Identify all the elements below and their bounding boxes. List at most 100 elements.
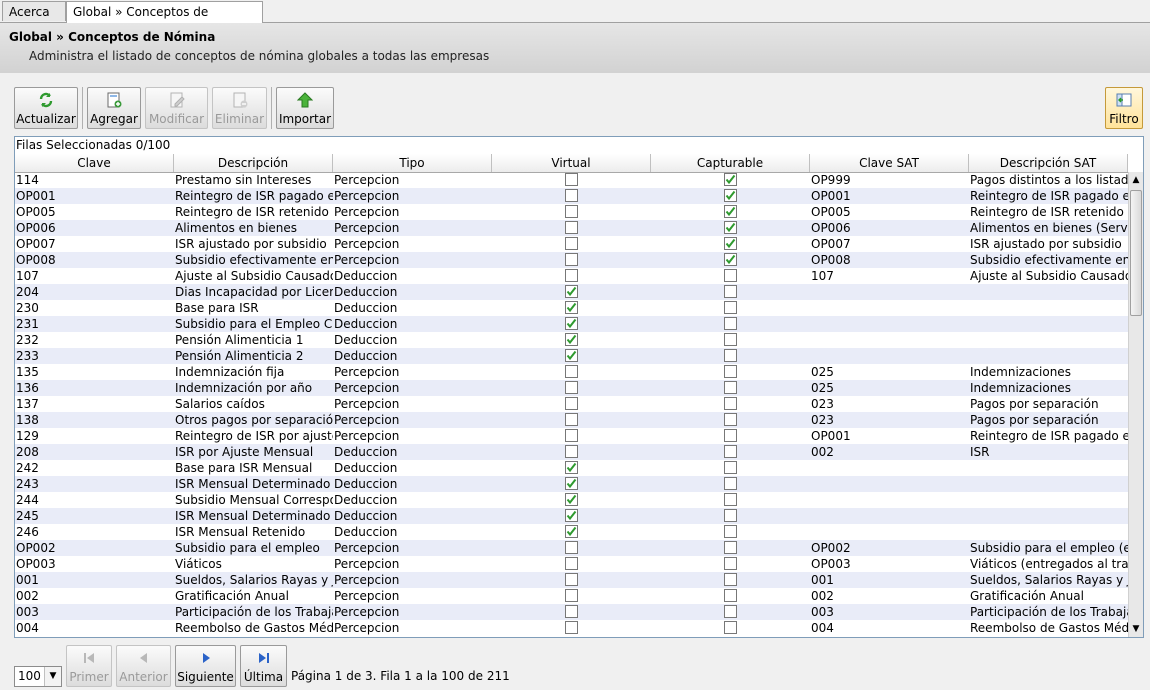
capturable-checkbox[interactable]: [724, 541, 737, 554]
capturable-checkbox[interactable]: [724, 525, 737, 538]
table-row[interactable]: 136 Indemnización por año Percepcion 025 Ind…: [15, 380, 1128, 396]
virtual-checkbox[interactable]: [565, 333, 578, 346]
table-row[interactable]: OP003 Viáticos Percepcion OP003 Viáticos (en…: [15, 556, 1128, 572]
virtual-checkbox[interactable]: [565, 381, 578, 394]
siguiente-button[interactable]: Siguiente: [175, 645, 236, 687]
capturable-checkbox[interactable]: [724, 333, 737, 346]
virtual-checkbox[interactable]: [565, 253, 578, 266]
importar-button[interactable]: Importar: [276, 87, 334, 129]
capturable-checkbox[interactable]: [724, 397, 737, 410]
capturable-checkbox[interactable]: [724, 445, 737, 458]
table-row[interactable]: 232 Pensión Alimenticia 1 Deduccion: [15, 332, 1128, 348]
table-row[interactable]: 243 ISR Mensual Determinado A...Deduccion: [15, 476, 1128, 492]
capturable-checkbox[interactable]: [724, 301, 737, 314]
virtual-checkbox[interactable]: [565, 237, 578, 250]
virtual-checkbox[interactable]: [565, 301, 578, 314]
ultima-button[interactable]: Última: [240, 645, 287, 687]
virtual-checkbox[interactable]: [565, 525, 578, 538]
virtual-checkbox[interactable]: [565, 493, 578, 506]
table-row[interactable]: 129 Reintegro de ISR por ajuste ...Percep…: [15, 428, 1128, 444]
table-row[interactable]: 138 Otros pagos por separación Percepcion 0…: [15, 412, 1128, 428]
table-row[interactable]: 114 Prestamo sin Intereses Percepcion OP999…: [15, 172, 1128, 188]
capturable-checkbox[interactable]: [724, 189, 737, 202]
virtual-checkbox[interactable]: [565, 285, 578, 298]
virtual-checkbox[interactable]: [565, 509, 578, 522]
scroll-down-icon[interactable]: ▼: [1129, 621, 1143, 637]
column-header-virtual[interactable]: Virtual: [492, 154, 651, 172]
tab-conceptos-nomina[interactable]: Global » Conceptos de Nómina✕: [66, 1, 263, 39]
virtual-checkbox[interactable]: [565, 189, 578, 202]
table-row[interactable]: OP001Reintegro de ISR pagado en...Percep…: [15, 188, 1128, 204]
capturable-checkbox[interactable]: [724, 237, 737, 250]
virtual-checkbox[interactable]: [565, 349, 578, 362]
capturable-checkbox[interactable]: [724, 621, 737, 634]
virtual-checkbox[interactable]: [565, 605, 578, 618]
primer-button[interactable]: Primer: [66, 645, 112, 687]
table-row[interactable]: 246 ISR Mensual Retenido Deduccion: [15, 524, 1128, 540]
virtual-checkbox[interactable]: [565, 221, 578, 234]
virtual-checkbox[interactable]: [565, 621, 578, 634]
capturable-checkbox[interactable]: [724, 589, 737, 602]
capturable-checkbox[interactable]: [724, 493, 737, 506]
modificar-button[interactable]: Modificar: [145, 87, 208, 129]
capturable-checkbox[interactable]: [724, 253, 737, 266]
capturable-checkbox[interactable]: [724, 509, 737, 522]
virtual-checkbox[interactable]: [565, 429, 578, 442]
table-row[interactable]: OP005Reintegro de ISR retenido e...Perce…: [15, 204, 1128, 220]
virtual-checkbox[interactable]: [565, 557, 578, 570]
chevron-down-icon[interactable]: ▼: [44, 667, 61, 686]
table-row[interactable]: 204 Dias Incapacidad por Licenc...Deducci…: [15, 284, 1128, 300]
table-row[interactable]: 003 Participación de los Trabaja... Percep…: [15, 604, 1128, 620]
capturable-checkbox[interactable]: [724, 365, 737, 378]
table-row[interactable]: 001Sueldos, Salarios Rayas y Jo...Percep…: [15, 572, 1128, 588]
virtual-checkbox[interactable]: [565, 397, 578, 410]
table-row[interactable]: OP006 Alimentos en bienes Percepcion OP006 A…: [15, 220, 1128, 236]
column-header-clave[interactable]: Clave: [15, 154, 174, 172]
column-header-clave-sat[interactable]: Clave SAT: [810, 154, 969, 172]
virtual-checkbox[interactable]: [565, 317, 578, 330]
table-row[interactable]: 245 ISR Mensual Determinado Deduccion: [15, 508, 1128, 524]
capturable-checkbox[interactable]: [724, 173, 737, 186]
capturable-checkbox[interactable]: [724, 317, 737, 330]
column-header-descripcion-sat[interactable]: Descripción SAT: [969, 154, 1128, 172]
virtual-checkbox[interactable]: [565, 461, 578, 474]
capturable-checkbox[interactable]: [724, 221, 737, 234]
table-row[interactable]: 137 Salarios caídos Percepcion 023 Pagos por…: [15, 396, 1128, 412]
tab-acerca-de[interactable]: Acerca de: [2, 1, 66, 39]
capturable-checkbox[interactable]: [724, 557, 737, 570]
eliminar-button[interactable]: Eliminar: [212, 87, 267, 129]
virtual-checkbox[interactable]: [565, 365, 578, 378]
table-row[interactable]: 231 Subsidio para el Empleo Ca...Deduccio…: [15, 316, 1128, 332]
scrollbar-thumb[interactable]: [1130, 190, 1142, 316]
virtual-checkbox[interactable]: [565, 477, 578, 490]
page-size-select[interactable]: 100 ▼: [14, 666, 62, 687]
anterior-button[interactable]: Anterior: [116, 645, 171, 687]
virtual-checkbox[interactable]: [565, 269, 578, 282]
column-header-capturable[interactable]: Capturable: [651, 154, 810, 172]
virtual-checkbox[interactable]: [565, 205, 578, 218]
vertical-scrollbar[interactable]: ▲ ▼: [1128, 172, 1143, 637]
table-row[interactable]: 208 ISR por Ajuste Mensual Deduccion 002 ISR: [15, 444, 1128, 460]
column-header-descripcion[interactable]: Descripción: [174, 154, 333, 172]
capturable-checkbox[interactable]: [724, 269, 737, 282]
table-row[interactable]: 242 Base para ISR Mensual Deduccion: [15, 460, 1128, 476]
capturable-checkbox[interactable]: [724, 477, 737, 490]
table-row[interactable]: 233 Pensión Alimenticia 2 Deduccion: [15, 348, 1128, 364]
virtual-checkbox[interactable]: [565, 173, 578, 186]
capturable-checkbox[interactable]: [724, 413, 737, 426]
table-row[interactable]: 135 Indemnización fija Percepcion 025 Indemn…: [15, 364, 1128, 380]
capturable-checkbox[interactable]: [724, 381, 737, 394]
table-row[interactable]: 230 Base para ISR Deduccion: [15, 300, 1128, 316]
actualizar-button[interactable]: Actualizar: [14, 87, 78, 129]
virtual-checkbox[interactable]: [565, 573, 578, 586]
table-row[interactable]: OP007 ISR ajustado por subsidio Percepcion…: [15, 236, 1128, 252]
agregar-button[interactable]: Agregar: [87, 87, 141, 129]
column-header-tipo[interactable]: Tipo: [333, 154, 492, 172]
table-row[interactable]: 002 Gratificación Anual Percepcion 002 Grati…: [15, 588, 1128, 604]
virtual-checkbox[interactable]: [565, 589, 578, 602]
capturable-checkbox[interactable]: [724, 285, 737, 298]
table-row[interactable]: 244 Subsidio Mensual Correspo... Deduccion: [15, 492, 1128, 508]
virtual-checkbox[interactable]: [565, 445, 578, 458]
table-row[interactable]: 004 Reembolso de Gastos Médi... Percepcion…: [15, 620, 1128, 636]
filtro-button[interactable]: Filtro: [1105, 87, 1143, 129]
